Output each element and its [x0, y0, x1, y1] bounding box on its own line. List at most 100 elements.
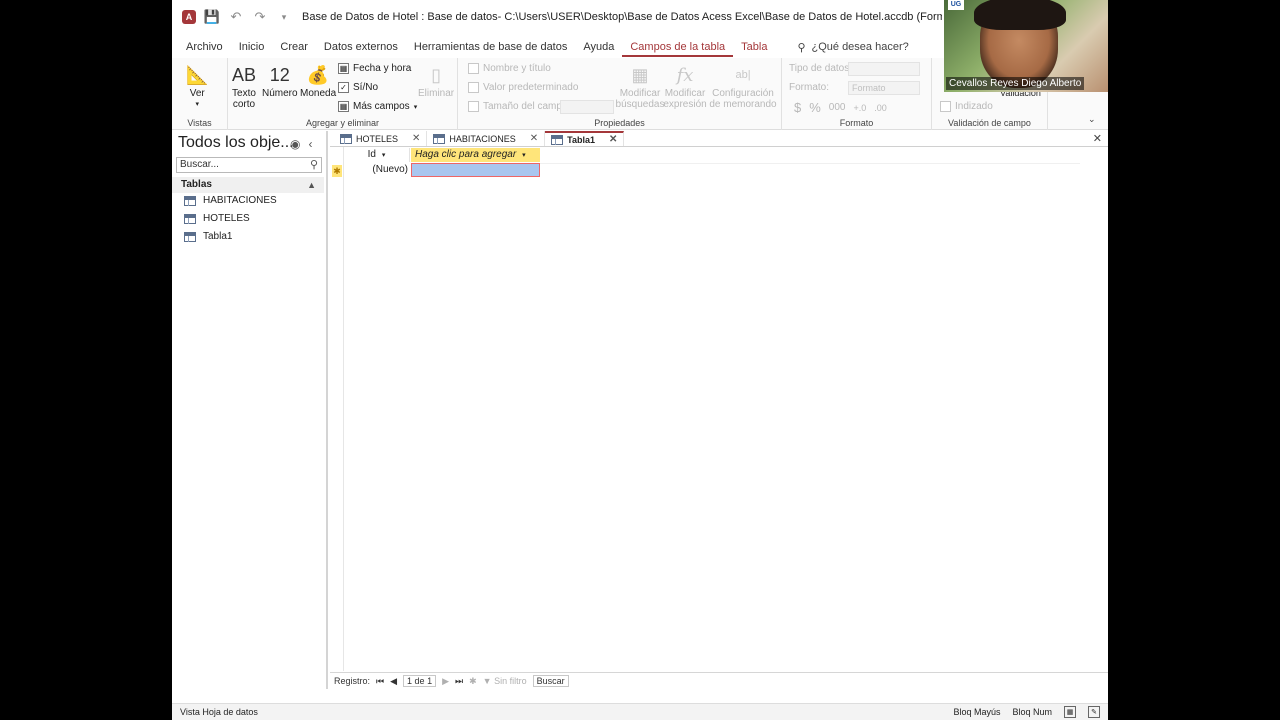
- checkbox-icon: [940, 101, 951, 112]
- new-record-nav-icon[interactable]: ✱: [469, 676, 477, 687]
- nav-item-habitaciones[interactable]: HABITACIONES: [184, 195, 277, 206]
- data-type-select[interactable]: [848, 62, 920, 76]
- filter-indicator[interactable]: ▼ Sin filtro: [483, 676, 527, 686]
- design-view-icon[interactable]: ✎: [1088, 706, 1100, 718]
- selected-cell[interactable]: [411, 163, 540, 177]
- table-icon: [184, 195, 196, 206]
- group-formato: Tipo de datos: Formato: Formato $ % 000 …: [782, 58, 932, 130]
- record-selector-column: [330, 147, 344, 671]
- column-header-add[interactable]: Haga clic para agregar ▾: [411, 148, 540, 162]
- collapse-pane-icon[interactable]: ‹: [308, 137, 312, 151]
- nav-menu-icon[interactable]: ◉: [290, 137, 300, 151]
- nav-header-icons: ◉ ‹: [290, 137, 312, 151]
- nav-section-tablas[interactable]: Tablas ▲: [172, 177, 324, 193]
- column-header-id[interactable]: Id ▾: [344, 148, 410, 162]
- currency-format-icon[interactable]: $: [794, 100, 801, 115]
- tab-herramientas[interactable]: Herramientas de base de datos: [406, 37, 575, 57]
- tamano-campo-label: Tamaño del campo: [468, 101, 568, 112]
- configuracion-memorando-button[interactable]: ab| Configuración de memorando: [708, 62, 778, 110]
- decrease-decimals-icon[interactable]: .00: [874, 103, 887, 113]
- modificar-expresion-button[interactable]: fx Modificar expresión: [663, 62, 706, 110]
- si-no-button[interactable]: ✓ Sí/No: [338, 82, 378, 93]
- new-record-id-cell[interactable]: (Nuevo): [344, 163, 410, 177]
- prev-record-icon[interactable]: ◀: [390, 676, 397, 687]
- doc-tab-tabla1[interactable]: Tabla1 ✕: [545, 131, 625, 146]
- save-icon[interactable]: 💾: [204, 9, 220, 25]
- tab-crear[interactable]: Crear: [272, 37, 316, 57]
- datasheet-grid: Id ▾ Haga clic para agregar ▾ ✱ (Nuevo): [330, 147, 1108, 671]
- university-logo: UG: [948, 0, 964, 10]
- chevron-down-icon: ▾: [413, 103, 418, 111]
- status-view: Vista Hoja de datos: [180, 707, 258, 717]
- column-header-label: Haga clic para agregar: [415, 149, 517, 160]
- chevron-down-icon[interactable]: ▾: [382, 152, 386, 159]
- new-record-icon: ✱: [332, 165, 342, 177]
- doc-tab-hoteles[interactable]: HOTELES ✕: [334, 131, 428, 146]
- tab-inicio[interactable]: Inicio: [231, 37, 273, 57]
- last-record-icon[interactable]: ⏭: [455, 676, 463, 687]
- nav-item-hoteles[interactable]: HOTELES: [184, 213, 250, 224]
- tab-tabla[interactable]: Tabla: [733, 37, 775, 57]
- group-label-formato: Formato: [839, 118, 874, 128]
- nombre-titulo-button[interactable]: Nombre y título: [468, 63, 551, 74]
- name-caption-icon: [468, 63, 479, 74]
- group-propiedades: Nombre y título Valor predeterminado Tam…: [458, 58, 782, 130]
- nav-item-tabla1[interactable]: Tabla1: [184, 231, 232, 242]
- moneda-button[interactable]: 💰 Moneda: [300, 62, 336, 100]
- webcam-overlay: UG Cevallos Reyes Diego Alberto: [944, 0, 1108, 92]
- tab-campos-de-la-tabla[interactable]: Campos de la tabla: [622, 37, 734, 57]
- datasheet-view-icon[interactable]: ▦: [1064, 706, 1076, 718]
- close-document-icon[interactable]: ✕: [1093, 132, 1102, 145]
- next-record-icon[interactable]: ▶: [442, 676, 449, 687]
- close-icon[interactable]: ✕: [412, 133, 420, 144]
- access-window: A 💾 ↶ ↷ ▾ Base de Datos de Hotel : Base …: [172, 0, 1108, 720]
- ver-button[interactable]: 📐 Ver ▾: [186, 62, 208, 110]
- field-size-input[interactable]: [560, 100, 614, 114]
- comma-format-icon[interactable]: 000: [829, 102, 846, 113]
- close-icon[interactable]: ✕: [530, 133, 538, 144]
- nav-title[interactable]: Todos los obje...: [178, 134, 294, 152]
- quick-access-toolbar: A 💾 ↶ ↷ ▾: [172, 9, 292, 25]
- nav-search-input[interactable]: Buscar... ⚲: [176, 157, 322, 173]
- percent-format-icon[interactable]: %: [809, 100, 821, 115]
- caps-lock-indicator: Bloq Mayús: [953, 707, 1001, 717]
- mas-campos-button[interactable]: ▦ Más campos ▾: [338, 101, 417, 112]
- delete-column-icon: ▯: [431, 64, 442, 85]
- group-label-vistas: Vistas: [187, 118, 212, 128]
- record-search-input[interactable]: Buscar: [532, 675, 569, 687]
- redo-icon[interactable]: ↷: [252, 9, 268, 25]
- increase-decimals-icon[interactable]: +.0: [853, 103, 866, 113]
- undo-icon[interactable]: ↶: [228, 9, 244, 25]
- tell-me-search[interactable]: ⚲ ¿Qué desea hacer?: [797, 41, 908, 54]
- tab-archivo[interactable]: Archivo: [178, 37, 231, 57]
- group-vistas: 📐 Ver ▾ Vistas: [172, 58, 228, 130]
- group-label-propiedades: Propiedades: [594, 118, 645, 128]
- indizado-checkbox[interactable]: Indizado: [940, 101, 993, 112]
- doc-tab-habitaciones[interactable]: HABITACIONES ✕: [427, 131, 546, 146]
- lookup-icon: ▦: [631, 64, 649, 85]
- doc-tab-label: HOTELES: [356, 133, 399, 144]
- fecha-hora-button[interactable]: ▦ Fecha y hora: [338, 63, 411, 74]
- modificar-busquedas-button[interactable]: ▦ Modificar búsquedas: [616, 62, 665, 111]
- chevron-down-icon[interactable]: ▾: [522, 152, 526, 159]
- first-record-icon[interactable]: ⏮: [376, 676, 384, 687]
- numero-button[interactable]: 12 Número: [262, 62, 298, 100]
- customize-toolbar-icon[interactable]: ▾: [276, 9, 292, 25]
- default-value-icon: [468, 82, 479, 93]
- group-label-agregar: Agregar y eliminar: [305, 118, 380, 128]
- search-icon: ⚲: [797, 41, 806, 54]
- close-icon[interactable]: ✕: [609, 134, 617, 145]
- record-label: Registro:: [334, 676, 371, 686]
- function-icon: fx: [676, 64, 694, 86]
- record-position-input[interactable]: 1 de 1: [403, 675, 437, 687]
- format-select[interactable]: Formato: [848, 81, 920, 95]
- number-format-buttons: $ % 000 +.0 .00: [794, 100, 887, 115]
- nav-item-label: HOTELES: [203, 213, 250, 224]
- tab-datos-externos[interactable]: Datos externos: [316, 37, 406, 57]
- eliminar-button[interactable]: ▯ Eliminar: [418, 62, 454, 100]
- tab-ayuda[interactable]: Ayuda: [575, 37, 622, 57]
- search-icon[interactable]: ⚲: [310, 158, 318, 172]
- collapse-ribbon-icon[interactable]: ⌄: [1088, 114, 1096, 125]
- texto-corto-button[interactable]: AB Texto corto: [232, 62, 256, 111]
- valor-predeterminado-button[interactable]: Valor predeterminado: [468, 82, 578, 93]
